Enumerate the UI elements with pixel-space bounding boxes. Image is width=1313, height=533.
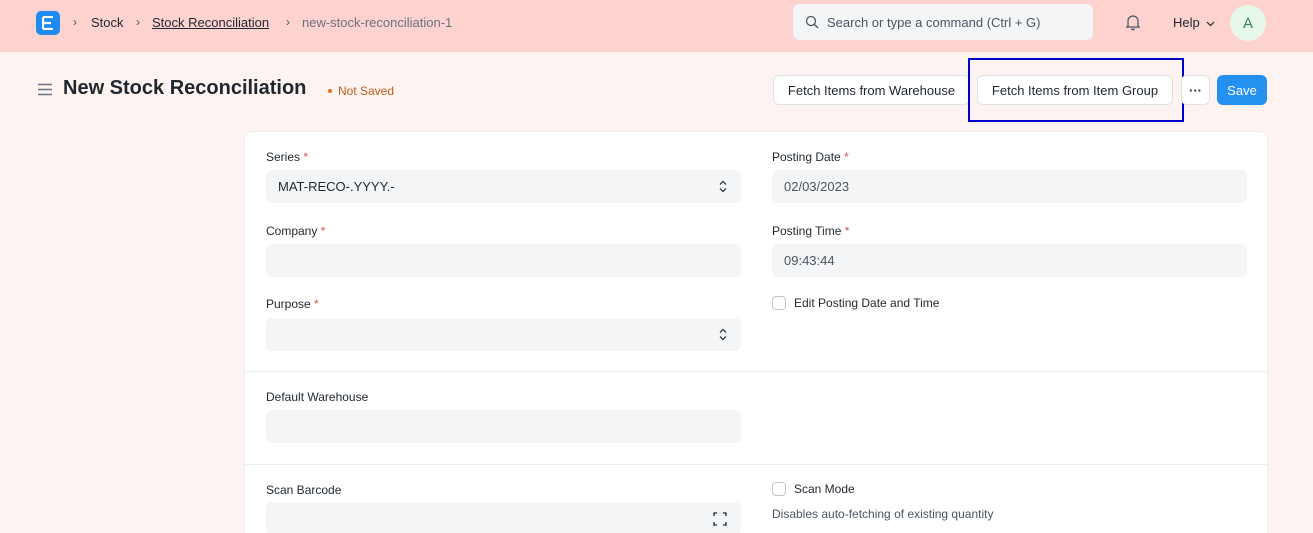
company-field[interactable] — [266, 244, 741, 277]
purpose-label-text: Purpose — [266, 297, 311, 311]
section-divider — [245, 371, 1267, 372]
posting-time-field[interactable]: 09:43:44 — [772, 244, 1247, 277]
scan-mode-checkbox[interactable] — [772, 482, 786, 496]
required-mark: * — [314, 297, 319, 311]
purpose-select[interactable] — [266, 318, 741, 351]
status-badge: Not Saved — [328, 84, 394, 98]
help-label: Help — [1173, 15, 1200, 30]
status-dot-icon — [328, 89, 332, 93]
scan-barcode-field[interactable] — [266, 502, 741, 533]
select-arrows-icon — [719, 328, 727, 341]
navbar: › Stock › Stock Reconciliation › new-sto… — [0, 0, 1313, 52]
series-label-text: Series — [266, 150, 301, 164]
posting-time-label-text: Posting Time — [772, 224, 842, 238]
series-value: MAT-RECO-.YYYY.- — [278, 179, 395, 194]
series-label: Series * — [266, 150, 308, 164]
breadcrumb-stock-reconciliation[interactable]: Stock Reconciliation — [152, 15, 269, 30]
required-mark: * — [844, 150, 849, 164]
required-mark: * — [320, 224, 326, 238]
chevron-down-icon — [1206, 21, 1215, 27]
breadcrumb-current: new-stock-reconciliation-1 — [302, 15, 453, 30]
purpose-label: Purpose * — [266, 297, 319, 311]
company-label: Company * — [266, 224, 325, 238]
form-card: Series * MAT-RECO-.YYYY.- Company * Purp… — [244, 131, 1268, 533]
edit-posting-checkbox[interactable] — [772, 296, 786, 310]
search-placeholder: Search or type a command (Ctrl + G) — [827, 14, 1041, 30]
search-icon — [805, 15, 819, 29]
search-input[interactable]: Search or type a command (Ctrl + G) — [793, 4, 1093, 40]
posting-date-label: Posting Date * — [772, 150, 849, 164]
default-warehouse-label: Default Warehouse — [266, 390, 369, 404]
section-divider — [245, 464, 1267, 465]
status-text: Not Saved — [338, 84, 395, 98]
more-actions-button[interactable]: ··· — [1181, 75, 1210, 105]
default-warehouse-field[interactable] — [266, 410, 741, 443]
highlight-box — [968, 58, 1184, 122]
posting-date-label-text: Posting Date — [772, 150, 841, 164]
select-arrows-icon — [719, 180, 727, 193]
avatar[interactable]: A — [1230, 5, 1266, 41]
chevron-right-icon: › — [286, 15, 290, 29]
posting-time-label: Posting Time * — [772, 224, 849, 238]
app-logo-icon[interactable] — [36, 11, 60, 35]
notification-bell-icon[interactable] — [1124, 13, 1142, 34]
required-mark: * — [844, 224, 850, 238]
posting-date-field[interactable]: 02/03/2023 — [772, 170, 1247, 203]
help-dropdown[interactable]: Help — [1173, 15, 1215, 30]
save-button[interactable]: Save — [1217, 75, 1267, 105]
scan-mode-label: Scan Mode — [794, 482, 855, 496]
fetch-items-from-warehouse-button[interactable]: Fetch Items from Warehouse — [773, 75, 970, 105]
chevron-right-icon: › — [73, 15, 77, 29]
scan-barcode-label: Scan Barcode — [266, 483, 342, 497]
scan-icon[interactable] — [713, 512, 727, 526]
chevron-right-icon: › — [136, 15, 140, 29]
edit-posting-label: Edit Posting Date and Time — [794, 296, 940, 310]
series-select[interactable]: MAT-RECO-.YYYY.- — [266, 170, 741, 203]
sidebar-toggle-icon[interactable] — [37, 83, 53, 99]
required-mark: * — [303, 150, 309, 164]
breadcrumb-stock[interactable]: Stock — [91, 15, 124, 30]
page-title: New Stock Reconciliation — [63, 77, 307, 99]
scan-mode-description: Disables auto-fetching of existing quant… — [772, 507, 994, 521]
company-label-text: Company — [266, 224, 318, 238]
